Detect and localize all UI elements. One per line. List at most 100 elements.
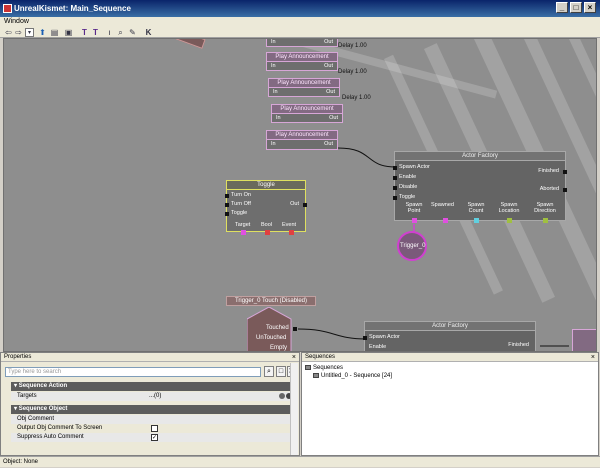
delay-label: Delay 1.00 (342, 95, 371, 101)
toolbar: ⇦ ⇨ ▾ ⬆ ▤ ▣ T T ı ⌕ ✎ K (0, 27, 600, 38)
pin-empty: Empty (270, 345, 288, 351)
panel-title: Properties (1, 353, 299, 362)
partial-node-right (572, 329, 596, 351)
sequences-panel: Sequences × Sequences Untitled_0 - Seque… (301, 352, 599, 456)
text-tool-t-icon[interactable]: T (80, 28, 89, 37)
open-sequence-icon[interactable]: ▤ (50, 28, 59, 37)
category-sequence-object[interactable]: ▾ Sequence Object (11, 405, 291, 414)
screenshot-icon[interactable]: ▣ (64, 28, 73, 37)
search-input[interactable]: Type here to search (5, 367, 261, 377)
scrollbar[interactable] (290, 363, 298, 455)
pin-finished: Finished (508, 342, 529, 348)
forward-arrow-icon[interactable]: ⇨ (14, 28, 23, 37)
property-label: Output Obj Comment To Screen (17, 425, 103, 431)
pin-toggle: Toggle (231, 210, 248, 216)
node-title: Play Announcement (269, 79, 339, 88)
tree-item-label: Untitled_0 - Sequence [24] (321, 373, 393, 380)
pin-turn-on: Turn On (231, 192, 251, 198)
search-icon[interactable]: ⌕ (264, 366, 274, 377)
search-class-icon[interactable]: ⌕ (116, 28, 125, 37)
checkbox[interactable] (151, 425, 158, 432)
dropdown-icon[interactable]: ▾ (25, 28, 34, 37)
tree-item[interactable]: Untitled_0 - Sequence [24] (313, 373, 392, 379)
pin-disable: Disable (399, 184, 418, 190)
search-variable-icon[interactable]: ✎ (128, 28, 137, 37)
expand-icon[interactable]: □ (276, 366, 286, 377)
category-label: Sequence Object (18, 406, 68, 412)
pin-out: Out (324, 63, 333, 69)
close-button[interactable]: × (584, 2, 596, 13)
actor-factory-node-2[interactable]: Actor Factory Spawn Actor Enable Finishe… (363, 321, 536, 351)
sequence-icon (305, 365, 311, 370)
text-tool-tt-icon[interactable]: T (91, 28, 100, 37)
search-find-icon[interactable]: ı (105, 28, 114, 37)
status-text: Object: None (3, 459, 39, 465)
pin-touched: Touched (266, 325, 289, 331)
node-title: Actor Factory (365, 322, 535, 331)
pin-in: In (273, 89, 278, 95)
property-row[interactable]: Suppress Auto Comment ✓ (11, 433, 291, 442)
pin-out: Out (324, 39, 333, 45)
node-title: Actor Factory (395, 152, 565, 161)
maximize-button[interactable]: □ (570, 2, 582, 13)
property-row[interactable]: Targets ...(0) (11, 392, 292, 401)
title-bar: UnrealKismet: Main_Sequence _ □ × (0, 0, 600, 17)
pin-finished: Finished (538, 168, 559, 174)
pin-toggle: Toggle (399, 194, 416, 200)
node-title: Toggle (227, 181, 305, 190)
property-row[interactable]: Obj Comment (11, 415, 291, 424)
status-bar: Object: None (0, 456, 600, 467)
menu-window[interactable]: Window (4, 18, 29, 25)
play-announcement-node[interactable]: Play Announcement In Out (266, 130, 338, 150)
pin-aborted: Aborted (539, 186, 559, 192)
property-value: ...(0) (149, 393, 162, 399)
pin-spawn-actor: Spawn Actor (399, 164, 430, 170)
pin-spawn-actor: Spawn Actor (369, 334, 400, 340)
node-title: Play Announcement (267, 131, 337, 140)
pin-in: In (271, 141, 276, 147)
minimize-button[interactable]: _ (556, 2, 568, 13)
sequence-icon (313, 373, 319, 378)
pin-out: Out (324, 141, 333, 147)
category-label: Sequence Action (18, 383, 68, 389)
play-node-top[interactable]: In Out (266, 39, 338, 47)
close-icon[interactable]: × (591, 353, 595, 362)
pin-enable: Enable (399, 174, 417, 180)
property-label: Obj Comment (17, 416, 55, 422)
play-announcement-node[interactable]: Play Announcement In Out (266, 52, 338, 71)
var-spawned: Spawned (431, 202, 454, 208)
actor-factory-node[interactable]: Actor Factory Spawn Actor Enable Disable… (393, 151, 567, 223)
var-spawn-location: Spawn Location (498, 202, 520, 214)
pin-turn-off: Turn Off (231, 201, 251, 207)
var-spawn-direction: Spawn Direction (534, 202, 556, 214)
pin-enable: Enable (369, 344, 387, 350)
tree-root[interactable]: Sequences (305, 365, 343, 371)
var-target: Target (235, 222, 251, 228)
var-spawn-point: Spawn Point (405, 202, 423, 214)
play-announcement-node[interactable]: Play Announcement In Out (271, 104, 343, 123)
node-title: Play Announcement (272, 105, 342, 114)
category-sequence-action[interactable]: ▾ Sequence Action (11, 382, 291, 391)
clear-icon[interactable] (279, 393, 285, 399)
app-icon (3, 4, 12, 13)
kismet-canvas[interactable]: In Out Delay 1.00 Play Announcement In O… (3, 38, 597, 352)
property-row[interactable]: Output Obj Comment To Screen (11, 424, 291, 433)
parent-sequence-icon[interactable]: ⬆ (38, 28, 47, 37)
node-title: Play Announcement (267, 53, 337, 62)
toggle-node[interactable]: Toggle Turn On Turn Off Toggle Out Targe… (225, 180, 307, 235)
menu-bar: Window (0, 17, 600, 27)
close-icon[interactable]: × (292, 353, 296, 362)
checkbox-checked[interactable]: ✓ (151, 434, 158, 441)
trigger-touch-event-title[interactable]: Trigger_0 Touch (Disabled) (226, 296, 316, 306)
back-arrow-icon[interactable]: ⇦ (4, 28, 13, 37)
var-event: Event (282, 222, 297, 228)
var-bool: Bool (261, 222, 273, 228)
play-announcement-node[interactable]: Play Announcement In Out (268, 78, 340, 97)
pin-in: In (271, 63, 276, 69)
property-label: Targets (17, 393, 37, 399)
tree-root-label: Sequences (313, 365, 344, 372)
kismet-k-icon[interactable]: K (144, 28, 153, 37)
panel-title: Sequences (302, 353, 598, 362)
pin-in: In (276, 115, 281, 121)
trigger-variable[interactable]: Trigger_0 (397, 231, 427, 261)
